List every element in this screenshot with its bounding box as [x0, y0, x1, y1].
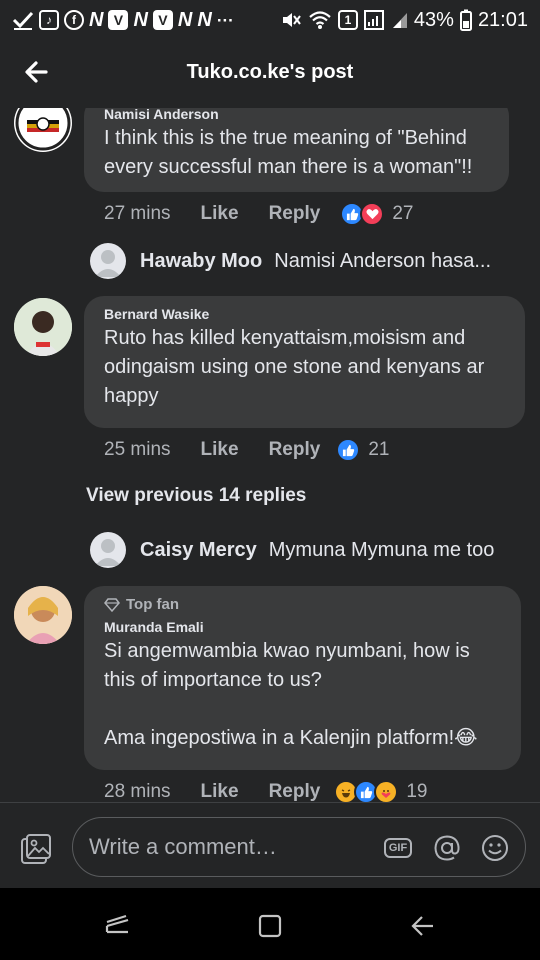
mute-icon: [280, 10, 302, 30]
reply-text: Mymuna Mymuna me too: [268, 538, 495, 561]
photo-icon: [21, 834, 51, 864]
clock: 21:01: [477, 8, 528, 31]
reactions[interactable]: [334, 780, 399, 802]
recent-apps-button[interactable]: [100, 908, 136, 944]
top-fan-label: Top fan: [126, 596, 180, 613]
like-button[interactable]: Like: [201, 203, 239, 225]
reply-author-name[interactable]: Caisy Mercy: [140, 539, 257, 562]
diamond-icon: [104, 597, 120, 612]
care-reaction-icon: [374, 780, 399, 802]
system-icons: 1 43% 21:01: [280, 9, 528, 32]
view-previous-replies-link[interactable]: View previous 14 replies: [86, 485, 306, 507]
reaction-count[interactable]: 21: [368, 439, 389, 461]
reaction-count[interactable]: 19: [406, 781, 427, 802]
comment-text: I think this is the true meaning of "Beh…: [104, 127, 473, 178]
notification-icons: ♪ f N V N V N N ···: [12, 10, 234, 30]
photo-button[interactable]: [20, 833, 52, 865]
comment-time[interactable]: 25 mins: [104, 439, 171, 461]
n-app-icon: N: [133, 9, 148, 31]
back-button[interactable]: [20, 56, 52, 88]
emoji-button[interactable]: [481, 834, 509, 862]
checkmark-icon: [12, 10, 34, 30]
n-app-icon: N: [177, 9, 193, 31]
reactions[interactable]: [340, 202, 385, 226]
recent-apps-icon: [105, 914, 129, 934]
avatar[interactable]: [14, 586, 72, 644]
comments-list[interactable]: Namisi Anderson I think this is the true…: [0, 108, 540, 802]
avatar[interactable]: [14, 298, 72, 356]
back-arrow-icon: [25, 61, 48, 83]
sim-icon: 1: [337, 10, 358, 30]
gif-icon: GIF: [383, 838, 413, 858]
like-button[interactable]: Like: [201, 439, 239, 461]
v-app-icon: V: [152, 10, 173, 30]
commenter-name[interactable]: Muranda Emali: [104, 619, 501, 635]
top-fan-badge: Top fan: [104, 596, 501, 613]
comment-field[interactable]: GIF: [72, 817, 526, 877]
post-header: Tuko.co.ke's post: [0, 40, 540, 104]
reply-button[interactable]: Reply: [269, 203, 321, 225]
facebook-icon: f: [64, 10, 84, 30]
reactions[interactable]: [336, 438, 361, 462]
battery-icon: [459, 9, 472, 31]
n-app-icon: N: [197, 9, 212, 31]
comment-time[interactable]: 27 mins: [104, 203, 171, 225]
comment-text: Ruto has killed kenyattaism,moisism and …: [104, 327, 490, 407]
commenter-name[interactable]: Bernard Wasike: [104, 306, 505, 322]
avatar[interactable]: [90, 532, 126, 568]
reply-preview[interactable]: Hawaby Moo Namisi Anderson hasa...: [90, 243, 491, 279]
more-notifications-icon: ···: [216, 10, 234, 30]
signal-weak-icon: [392, 11, 408, 29]
gif-button[interactable]: GIF: [383, 834, 413, 862]
comment-actions: 25 mins Like Reply 21: [104, 438, 389, 462]
comment-actions: 28 mins Like Reply 19: [104, 780, 427, 802]
comment-text: Si angemwambia kwao nyumbani, how is thi…: [104, 640, 478, 749]
tiktok-icon: ♪: [39, 10, 59, 30]
comment-bubble[interactable]: Bernard Wasike Ruto has killed kenyattai…: [84, 296, 525, 428]
reaction-count[interactable]: 27: [392, 203, 413, 225]
avatar[interactable]: [14, 108, 72, 152]
wifi-icon: [308, 10, 332, 30]
like-reaction-icon: [336, 438, 361, 462]
mention-button[interactable]: [433, 834, 461, 862]
comment-composer: GIF: [0, 802, 540, 888]
comment-time[interactable]: 28 mins: [104, 781, 171, 802]
back-icon: [411, 916, 433, 936]
system-navigation-bar: [0, 888, 540, 960]
status-bar: ♪ f N V N V N N ··· 1 43% 21:01: [0, 0, 540, 40]
back-nav-button[interactable]: [404, 908, 440, 944]
battery-percent: 43%: [413, 8, 454, 31]
at-sign-icon: [434, 835, 460, 861]
page-title: Tuko.co.ke's post: [186, 60, 354, 83]
reply-button[interactable]: Reply: [269, 439, 321, 461]
n-app-icon: N: [89, 9, 104, 31]
comment-actions: 27 mins Like Reply 27: [104, 202, 413, 226]
avatar[interactable]: [90, 243, 126, 279]
smiley-icon: [482, 835, 508, 861]
reply-author-name[interactable]: Hawaby Moo: [140, 250, 262, 273]
commenter-name[interactable]: Namisi Anderson: [104, 108, 489, 122]
comment-bubble[interactable]: Top fan Muranda Emali Si angemwambia kwa…: [84, 586, 521, 770]
home-icon: [258, 914, 282, 938]
v-app-icon: V: [108, 10, 129, 30]
comment-input[interactable]: [89, 834, 379, 860]
love-reaction-icon: [360, 202, 385, 226]
home-button[interactable]: [252, 908, 288, 944]
reply-preview[interactable]: Caisy Mercy Mymuna Mymuna me too: [90, 532, 494, 568]
reply-text: Namisi Anderson hasa...: [274, 249, 492, 272]
like-button[interactable]: Like: [201, 781, 239, 802]
signal-icon: [363, 10, 386, 30]
comment-bubble[interactable]: Namisi Anderson I think this is the true…: [84, 108, 509, 192]
reply-button[interactable]: Reply: [269, 781, 321, 802]
